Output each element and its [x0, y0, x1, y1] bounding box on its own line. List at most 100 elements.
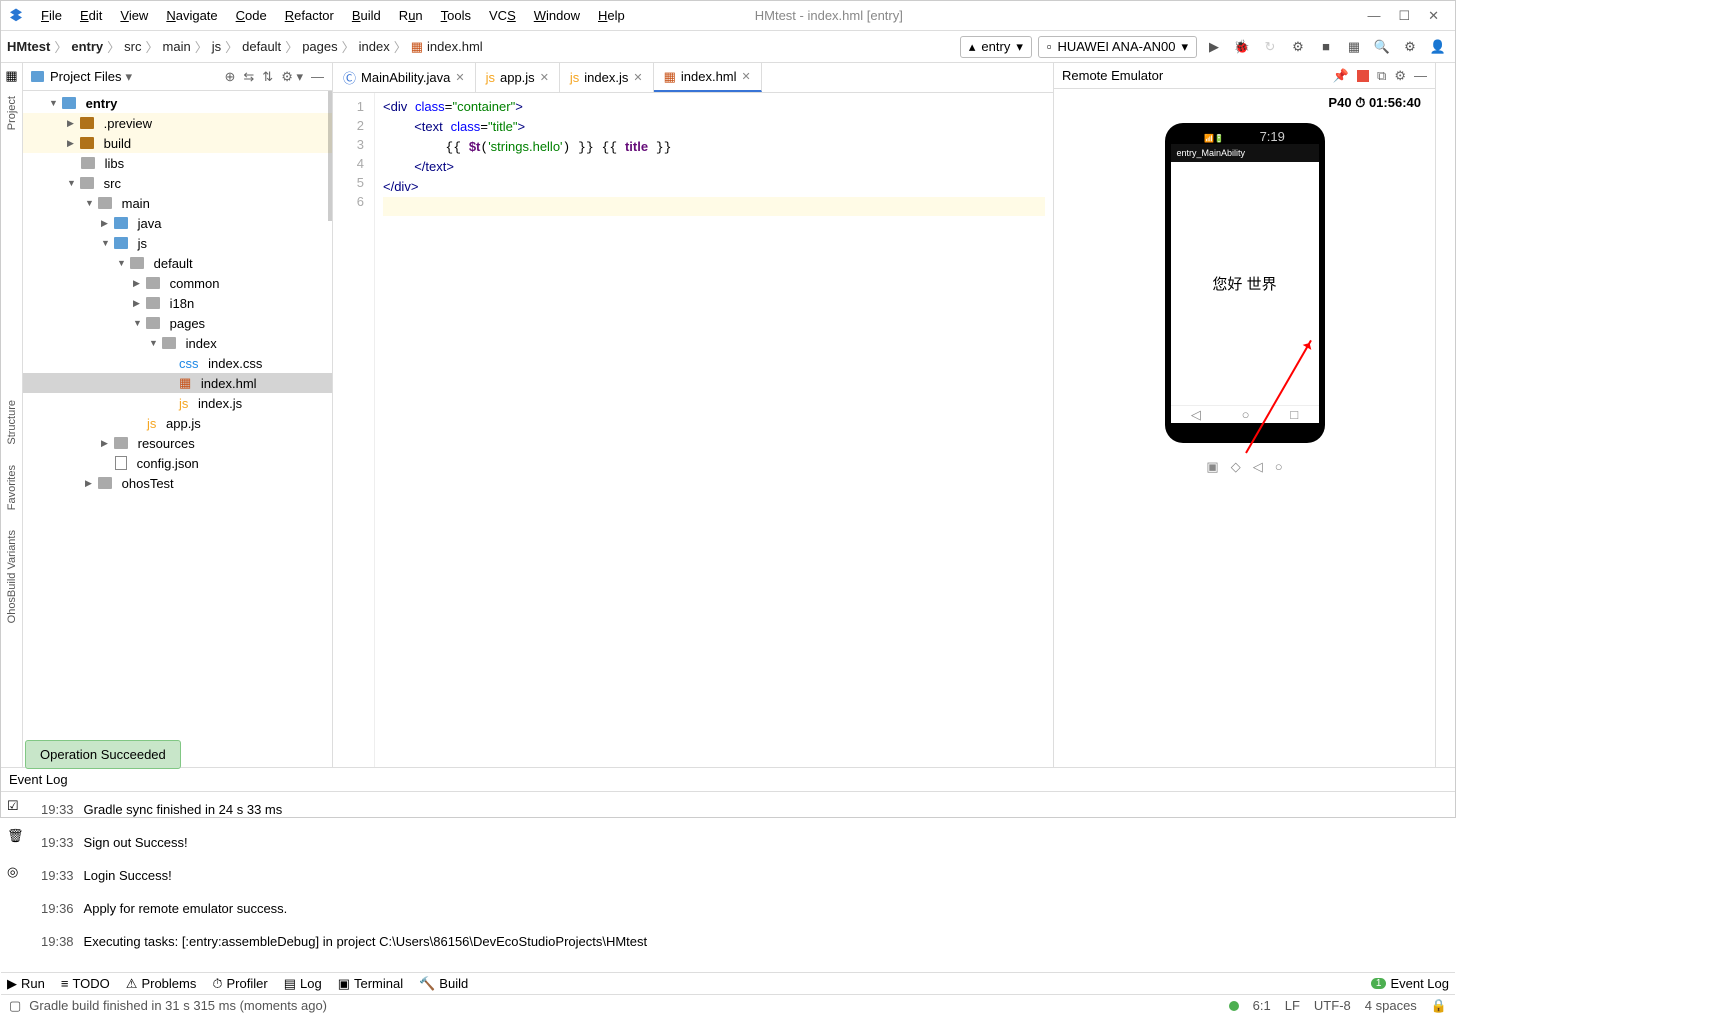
device-dropdown[interactable]: ▫HUAWEI ANA-AN00▾ [1038, 36, 1197, 58]
close-icon[interactable]: ✕ [633, 71, 642, 84]
log-entry: Gradle sync finished in 24 s 33 ms [84, 802, 283, 817]
stop-emulator-button[interactable] [1357, 70, 1369, 82]
sidebar-toggle-icon[interactable]: ▢ [9, 998, 21, 1014]
close-icon[interactable]: ✕ [540, 71, 549, 84]
bc-index[interactable]: index [359, 39, 390, 54]
menu-edit[interactable]: Edit [72, 5, 110, 26]
collapse-icon[interactable]: ⇅ [262, 69, 273, 85]
timer-icon: ⏱ [1355, 95, 1365, 110]
hide-icon[interactable]: — [311, 69, 324, 85]
profile-button[interactable]: ↻ [1259, 36, 1281, 58]
tab-indexjs[interactable]: jsindex.js✕ [560, 63, 654, 92]
attach-button[interactable]: ⚙ [1287, 36, 1309, 58]
phone-navbar: ◁○□ [1171, 405, 1319, 423]
bc-project[interactable]: HMtest [7, 39, 50, 54]
home-icon[interactable]: ○ [1275, 459, 1283, 475]
close-icon[interactable]: ✕ [455, 71, 464, 84]
project-structure-button[interactable]: ▦ [1343, 36, 1365, 58]
event-log-panel: Event Log ☑ 🗑 ◎ 19:33Gradle sync finishe… [1, 767, 1455, 972]
hide-icon[interactable]: — [1414, 68, 1427, 83]
bc-default[interactable]: default [242, 39, 281, 54]
bc-src[interactable]: src [124, 39, 141, 54]
task-icon[interactable]: ☑ [7, 798, 19, 814]
todo-tool[interactable]: ≡ TODO [61, 976, 110, 991]
toolbar: HMtest〉 entry〉 src〉 main〉 js〉 default〉 p… [1, 31, 1455, 63]
tab-appjs[interactable]: jsapp.js✕ [476, 63, 560, 92]
status-bar: ▢ Gradle build finished in 31 s 315 ms (… [1, 994, 1455, 1016]
back-icon[interactable]: ◁ [1253, 459, 1263, 475]
gear-icon[interactable]: ⚙ ▾ [281, 69, 303, 85]
build-tool[interactable]: 🔨 Build [419, 976, 468, 992]
indent[interactable]: 4 spaces [1365, 998, 1417, 1013]
favorites-label[interactable]: Favorites [6, 465, 18, 510]
run-button[interactable]: ▶ [1203, 36, 1225, 58]
run-config-dropdown[interactable]: ▴entry▾ [960, 36, 1032, 58]
log-tool[interactable]: ▤ Log [284, 976, 322, 992]
problems-tool[interactable]: ⚠ Problems [126, 976, 197, 992]
project-files-title[interactable]: Project Files [50, 69, 122, 84]
bc-pages[interactable]: pages [302, 39, 337, 54]
account-button[interactable]: 👤 [1427, 36, 1449, 58]
phone-app-title: entry_MainAbility [1171, 144, 1319, 162]
pin-icon[interactable]: 📌 [1333, 68, 1349, 84]
search-button[interactable]: 🔍 [1371, 36, 1393, 58]
window-icon[interactable]: ⧉ [1377, 68, 1386, 84]
menu-code[interactable]: Code [228, 5, 275, 26]
menu-build[interactable]: Build [344, 5, 389, 26]
profiler-tool[interactable]: ⏱ Profiler [212, 976, 267, 992]
editor-area: ⒸMainAbility.java✕ jsapp.js✕ jsindex.js✕… [333, 63, 1053, 767]
screenshot-icon[interactable]: ▣ [1206, 459, 1218, 475]
emulator-title: Remote Emulator [1062, 68, 1163, 83]
eventlog-tool[interactable]: 1 Event Log [1371, 976, 1449, 991]
toast-notification: Operation Succeeded [25, 740, 181, 769]
cursor-position[interactable]: 6:1 [1253, 998, 1271, 1013]
settings-button[interactable]: ⚙ [1399, 36, 1421, 58]
tree-scrollbar[interactable] [328, 91, 332, 221]
right-gutter [1435, 63, 1455, 767]
encoding[interactable]: UTF-8 [1314, 998, 1351, 1013]
code-editor[interactable]: <div class="container"> <text class="tit… [375, 93, 1053, 767]
phone-statusbar: 📶🔋 7:19 [1171, 129, 1319, 144]
menu-window[interactable]: Window [526, 5, 588, 26]
menu-navigate[interactable]: Navigate [158, 5, 225, 26]
lock-icon[interactable]: 🔒 [1431, 998, 1447, 1014]
run-tool[interactable]: ▶ Run [7, 976, 45, 992]
minimize-icon[interactable]: — [1367, 8, 1380, 24]
debug-button[interactable]: 🐞 [1231, 36, 1253, 58]
gear-icon[interactable]: ⚙ [1394, 68, 1406, 84]
project-label[interactable]: Project [6, 96, 18, 130]
log-entry: Apply for remote emulator success. [84, 901, 288, 916]
close-icon[interactable]: ✕ [742, 70, 751, 83]
log-entry: Executing tasks: [:entry:assembleDebug] … [84, 934, 648, 949]
target-icon[interactable]: ◎ [7, 864, 18, 880]
bc-entry[interactable]: entry [71, 39, 103, 54]
menu-refactor[interactable]: Refactor [277, 5, 342, 26]
close-icon[interactable]: ✕ [1428, 8, 1439, 24]
project-tree[interactable]: ▼ entry ▶ .preview ▶ build libs ▼ src ▼ … [23, 91, 332, 767]
locate-icon[interactable]: ⊕ [224, 69, 235, 85]
menu-view[interactable]: View [112, 5, 156, 26]
rotate-icon[interactable]: ◇ [1231, 459, 1241, 475]
tab-indexhml[interactable]: ▦index.hml✕ [654, 63, 762, 92]
expand-icon[interactable]: ⇆ [243, 69, 254, 85]
bc-js[interactable]: js [212, 39, 221, 54]
menu-help[interactable]: Help [590, 5, 633, 26]
stop-button[interactable]: ■ [1315, 36, 1337, 58]
maximize-icon[interactable]: ☐ [1398, 8, 1410, 24]
variants-label[interactable]: OhosBuild Variants [6, 530, 18, 623]
menu-vcs[interactable]: VCS [481, 5, 524, 26]
line-ending[interactable]: LF [1285, 998, 1300, 1013]
bc-main[interactable]: main [163, 39, 191, 54]
tab-mainability[interactable]: ⒸMainAbility.java✕ [333, 63, 476, 92]
menu-file[interactable]: File [33, 5, 70, 26]
bc-file[interactable]: index.hml [427, 39, 483, 54]
menu-run[interactable]: Run [391, 5, 431, 26]
structure-label[interactable]: Structure [6, 400, 18, 445]
menu-tools[interactable]: Tools [433, 5, 479, 26]
project-tool-icon[interactable]: ▦ [5, 68, 17, 84]
terminal-tool[interactable]: ▣ Terminal [338, 976, 403, 992]
trash-icon[interactable]: 🗑 [7, 828, 24, 844]
project-view-dropdown[interactable]: ▾ [126, 69, 133, 85]
tree-file-selected: ▦ index.hml [23, 373, 332, 393]
emulator-panel: Remote Emulator 📌 ⧉ ⚙ — P40 ⏱ 01:56:40 📶… [1053, 63, 1435, 767]
